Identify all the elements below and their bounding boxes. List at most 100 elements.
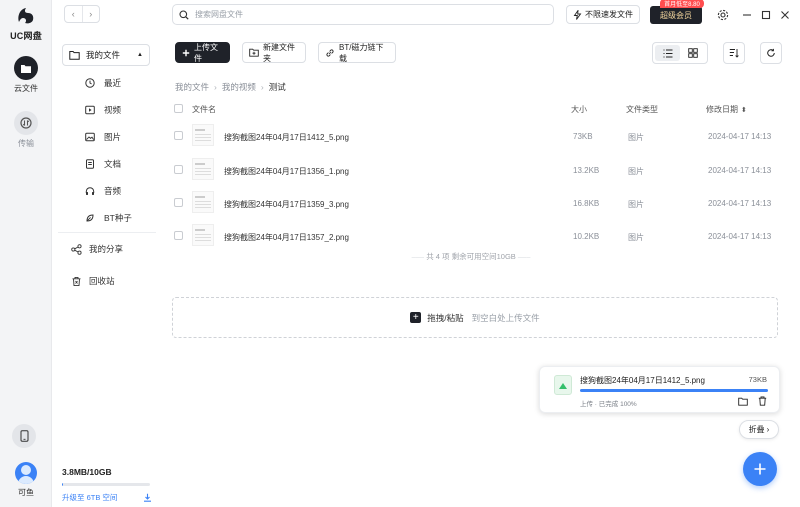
sidebar-item-video[interactable]: 视频 (84, 104, 121, 116)
header-type[interactable]: 文件类型 (626, 104, 658, 115)
breadcrumb-current: 测试 (268, 82, 286, 92)
refresh-button[interactable] (760, 42, 782, 64)
download-icon[interactable] (143, 493, 152, 502)
main-panel: 上传文件 新建文件夹 BT/磁力链下载 我的文件 › 我的视频 › 测试 文件名… (158, 32, 800, 507)
rail-cloud-files[interactable]: 云文件 (0, 56, 52, 94)
upload-progress-bar (580, 389, 768, 392)
maximize-icon[interactable] (759, 8, 773, 22)
row-checkbox[interactable] (174, 231, 183, 240)
breadcrumb-item[interactable]: 我的文件 (175, 81, 209, 93)
rail-cloud-label: 云文件 (14, 84, 38, 93)
forward-icon[interactable]: › (81, 6, 100, 22)
minimize-icon[interactable] (740, 8, 754, 22)
sidebar-item-images[interactable]: 图片 (84, 131, 121, 143)
upload-file-name: 搜狗截图24年04月17日1412_5.png (580, 376, 705, 385)
clock-icon (84, 77, 96, 89)
add-fab-button[interactable] (743, 452, 777, 486)
user-profile[interactable]: 可鱼 (0, 462, 52, 498)
sidebar-item-recycle-bin[interactable]: 回收站 (70, 275, 115, 287)
sidebar-item-audio[interactable]: 音频 (84, 185, 121, 197)
upload-drop-zone[interactable]: + 拖拽/粘贴 到空白处上传文件 (172, 297, 778, 338)
super-vip-button[interactable]: 超级会员 (650, 6, 702, 24)
my-files-label: 我的文件 (86, 50, 121, 60)
header-name[interactable]: 文件名 (192, 104, 216, 115)
new-folder-label: 新建文件夹 (263, 42, 295, 63)
sidebar-item-label: 视频 (104, 105, 122, 115)
collapse-label: 折叠 (748, 425, 765, 434)
sidebar-item-documents[interactable]: 文档 (84, 158, 121, 170)
upload-progress-card: 搜狗截图24年04月17日1412_5.png 73KB 上传 · 已完成 10… (539, 366, 780, 413)
trash-icon (70, 275, 82, 287)
link-icon (325, 48, 335, 58)
breadcrumb-separator-icon: › (214, 82, 217, 92)
user-name: 可鱼 (18, 488, 34, 497)
table-row[interactable]: 搜狗截图24年04月17日1356_1.png 13.2KB 图片 2024-0… (166, 154, 776, 186)
file-name[interactable]: 搜狗截图24年04月17日1356_1.png (224, 166, 349, 177)
grid-view-icon[interactable] (680, 45, 705, 61)
header-date[interactable]: 修改日期 ⬍ (706, 104, 747, 115)
sidebar-item-bt[interactable]: BT种子 (84, 212, 132, 224)
table-row[interactable]: 搜狗截图24年04月17日1412_5.png 73KB 图片 2024-04-… (166, 120, 776, 152)
app-logo: UC网盘 (6, 6, 46, 42)
table-row[interactable]: 搜狗截图24年04月17日1357_2.png 10.2KB 图片 2024-0… (166, 220, 776, 252)
dropzone-hint: 到空白处上传文件 (471, 312, 540, 323)
file-thumbnail (192, 124, 214, 146)
row-checkbox[interactable] (174, 131, 183, 140)
dropzone-label: 拖拽/粘贴 (427, 312, 464, 323)
vip-label: 超级会员 (660, 10, 692, 20)
upgrade-label: 升级至 6TB 空间 (62, 493, 118, 502)
storage-bar-fill (62, 483, 63, 486)
plus-icon (182, 49, 190, 57)
sidebar-item-recent[interactable]: 最近 (84, 77, 121, 89)
open-folder-icon[interactable] (738, 396, 748, 406)
search-icon (179, 9, 189, 20)
phone-icon (20, 430, 28, 442)
header-size[interactable]: 大小 (571, 104, 587, 115)
sidebar-item-label: BT种子 (104, 213, 132, 223)
file-size: 16.8KB (573, 199, 600, 208)
close-icon[interactable] (778, 8, 792, 22)
image-file-icon (554, 375, 572, 395)
file-type: 图片 (628, 200, 644, 209)
back-icon[interactable]: ‹ (65, 6, 82, 22)
file-count-summary: ‒‒‒ 共 4 项 剩余可用空间10GB ‒‒‒ (411, 252, 531, 261)
plus-icon (754, 463, 766, 475)
my-files-dropdown[interactable]: 我的文件 ▲ (62, 44, 150, 66)
new-folder-button[interactable]: 新建文件夹 (242, 42, 306, 63)
folder-icon (14, 56, 38, 80)
list-view-icon[interactable] (655, 45, 680, 61)
file-type: 图片 (628, 167, 644, 176)
upload-file-size: 73KB (748, 375, 767, 384)
delete-icon[interactable] (757, 396, 767, 406)
table-row[interactable]: 搜狗截图24年04月17日1359_3.png 16.8KB 图片 2024-0… (166, 187, 776, 219)
sidebar-item-my-share[interactable]: 我的分享 (70, 243, 123, 255)
sidebar-item-label: 最近 (104, 78, 122, 88)
settings-icon[interactable] (716, 8, 730, 22)
image-icon (84, 131, 96, 143)
file-name[interactable]: 搜狗截图24年04月17日1359_3.png (224, 199, 349, 210)
upload-file-button[interactable]: 上传文件 (175, 42, 230, 63)
vip-promo-badge: 首月低至8.80 (660, 0, 704, 8)
bt-magnet-download-button[interactable]: BT/磁力链下载 (318, 42, 396, 63)
table-header: 文件名 大小 文件类型 修改日期 ⬍ (166, 100, 776, 118)
file-name[interactable]: 搜狗截图24年04月17日1357_2.png (224, 232, 349, 243)
rail-transfer-label: 传输 (18, 139, 34, 148)
unlimited-speed-send-button[interactable]: 不限速发文件 (566, 5, 640, 24)
breadcrumb-item[interactable]: 我的视频 (222, 81, 256, 93)
search-box[interactable] (172, 4, 554, 25)
rail-transfer[interactable]: 传输 (0, 111, 52, 149)
caret-up-icon: ▲ (137, 52, 143, 58)
search-input[interactable] (195, 10, 535, 19)
sort-button[interactable] (723, 42, 745, 64)
storage-bar (62, 483, 150, 486)
upgrade-storage-link[interactable]: 升级至 6TB 空间 (62, 492, 152, 503)
file-name[interactable]: 搜狗截图24年04月17日1412_5.png (224, 132, 349, 143)
select-all-checkbox[interactable] (174, 104, 183, 113)
mobile-app-button[interactable] (12, 424, 36, 448)
sort-icon (729, 49, 739, 58)
sidebar-item-label: 我的分享 (89, 244, 124, 254)
row-checkbox[interactable] (174, 198, 183, 207)
collapse-button[interactable]: 折叠 › (739, 420, 779, 439)
header-date-label: 修改日期 (706, 105, 738, 114)
row-checkbox[interactable] (174, 165, 183, 174)
